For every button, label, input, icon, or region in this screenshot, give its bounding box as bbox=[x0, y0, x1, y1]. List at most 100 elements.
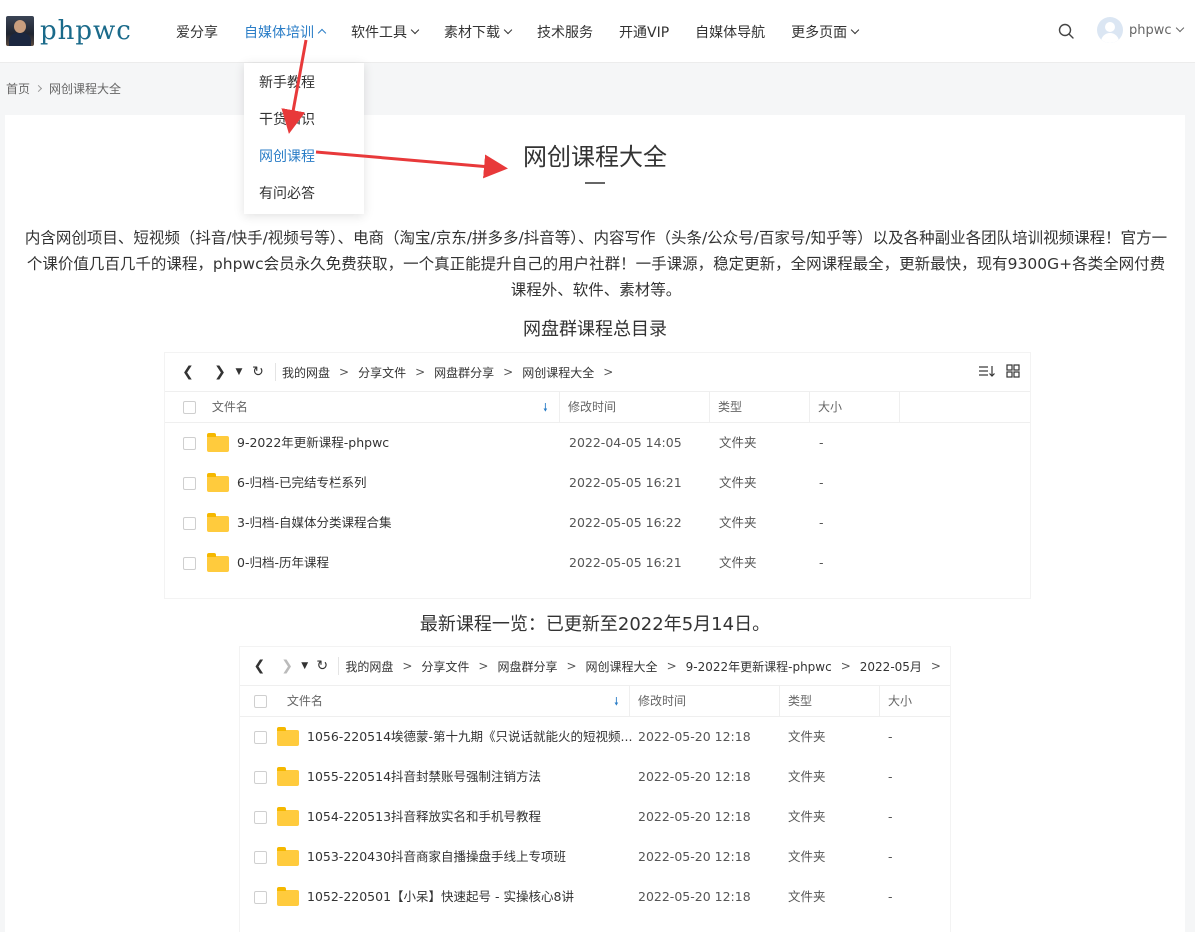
row-checkbox[interactable] bbox=[183, 517, 196, 530]
table-row[interactable]: 9-2022年更新课程-phpwc 2022-04-05 14:05 文件夹 - bbox=[165, 423, 1030, 463]
path-crumb[interactable]: 网创课程大全 > bbox=[586, 658, 686, 675]
search-icon[interactable] bbox=[1058, 23, 1074, 39]
file-name[interactable]: 1052-220501【小呆】快速起号 - 实操核心8讲 bbox=[307, 877, 574, 917]
row-checkbox[interactable] bbox=[254, 771, 267, 784]
file-name[interactable]: 6-归档-已完结专栏系列 bbox=[237, 463, 366, 503]
table-row[interactable]: 1053-220430抖音商家自播操盘手线上专项班 2022-05-20 12:… bbox=[240, 837, 950, 877]
file-name[interactable]: 9-2022年更新课程-phpwc bbox=[237, 423, 389, 463]
row-checkbox[interactable] bbox=[254, 731, 267, 744]
dropdown-item-qa[interactable]: 有问必答 bbox=[244, 182, 364, 219]
file-name[interactable]: 0-归档-历年课程 bbox=[237, 543, 329, 583]
dropdown-item-courses[interactable]: 网创课程 bbox=[244, 145, 364, 182]
forward-icon[interactable]: ❯ bbox=[277, 655, 297, 677]
file-name[interactable]: 1053-220430抖音商家自播操盘手线上专项班 bbox=[307, 837, 566, 877]
refresh-icon[interactable]: ↻ bbox=[312, 655, 332, 677]
path-crumb[interactable]: 分享文件 > bbox=[358, 364, 434, 381]
row-checkbox[interactable] bbox=[254, 811, 267, 824]
select-all-checkbox[interactable] bbox=[183, 401, 196, 414]
table-header: 文件名 🠗 修改时间 类型 大小 bbox=[165, 391, 1030, 423]
nav-item-tech-service[interactable]: 技术服务 bbox=[537, 22, 593, 42]
section-title-catalog: 网盘群课程总目录 bbox=[523, 319, 667, 340]
path-segment[interactable]: 我的网盘 bbox=[345, 658, 393, 675]
history-dropdown-icon[interactable]: ▼ bbox=[297, 655, 312, 677]
path-crumb[interactable]: 9-2022年更新课程-phpwc > bbox=[686, 658, 860, 675]
table-row[interactable]: 6-归档-已完结专栏系列 2022-05-05 16:21 文件夹 - bbox=[165, 463, 1030, 503]
path-crumb[interactable]: 我的网盘 > bbox=[282, 364, 358, 381]
sort-list-icon[interactable] bbox=[978, 363, 996, 379]
column-modified[interactable]: 修改时间 bbox=[630, 686, 780, 717]
main-nav: 爱分享 自媒体培训 软件工具 素材下载 技术服务 开通VIP 自媒体导航 更多页… bbox=[176, 0, 884, 63]
chevron-right-icon bbox=[34, 84, 43, 93]
file-size: - bbox=[888, 889, 893, 904]
column-type[interactable]: 类型 bbox=[710, 392, 810, 423]
nav-label: 素材下载 bbox=[444, 24, 500, 41]
nav-label: 软件工具 bbox=[351, 24, 407, 41]
chevron-down-icon bbox=[410, 25, 420, 34]
path-segment[interactable]: 分享文件 bbox=[421, 658, 469, 675]
page-title: 网创课程大全 bbox=[523, 143, 667, 171]
path-crumb[interactable]: 我的网盘 > bbox=[345, 658, 421, 675]
path-crumb[interactable]: 网盘群分享 > bbox=[497, 658, 585, 675]
site-header: phpwc 爱分享 自媒体培训 软件工具 素材下载 技术服务 开通VIP 自媒体… bbox=[0, 0, 1195, 63]
column-size[interactable]: 大小 bbox=[810, 392, 900, 423]
table-row[interactable]: 1052-220501【小呆】快速起号 - 实操核心8讲 2022-05-20 … bbox=[240, 877, 950, 917]
path-segment[interactable]: 我的网盘 bbox=[282, 364, 330, 381]
file-name[interactable]: 1054-220513抖音释放实名和手机号教程 bbox=[307, 797, 541, 837]
row-checkbox[interactable] bbox=[183, 557, 196, 570]
path-segment[interactable]: 2022-05月 bbox=[860, 658, 922, 675]
intro-text: 内含网创项目、短视频（抖音/快手/视频号等）、电商（淘宝/京东/拼多多/抖音等）… bbox=[24, 229, 1168, 299]
column-name-label: 文件名 bbox=[286, 694, 323, 708]
history-dropdown-icon[interactable]: ▼ bbox=[231, 361, 247, 383]
refresh-icon[interactable]: ↻ bbox=[247, 361, 269, 383]
nav-item-media-nav[interactable]: 自媒体导航 bbox=[695, 22, 765, 42]
nav-item-vip[interactable]: 开通VIP bbox=[619, 22, 669, 42]
breadcrumb-home[interactable]: 首页 bbox=[6, 80, 30, 97]
path-crumb[interactable]: 网创课程大全 > bbox=[522, 364, 622, 381]
path-segment[interactable]: 9-2022年更新课程-phpwc bbox=[686, 658, 832, 675]
nav-item-share[interactable]: 爱分享 bbox=[176, 22, 218, 42]
table-row[interactable]: 3-归档-自媒体分类课程合集 2022-05-05 16:22 文件夹 - bbox=[165, 503, 1030, 543]
file-size: - bbox=[888, 809, 893, 824]
path-segment[interactable]: 网创课程大全 bbox=[586, 658, 658, 675]
table-row[interactable]: 0-归档-历年课程 2022-05-05 16:21 文件夹 - bbox=[165, 543, 1030, 583]
row-checkbox[interactable] bbox=[183, 437, 196, 450]
column-name[interactable]: 文件名 🠗 bbox=[240, 686, 630, 717]
row-checkbox[interactable] bbox=[254, 851, 267, 864]
nav-label: 开通VIP bbox=[619, 24, 670, 41]
column-modified[interactable]: 修改时间 bbox=[560, 392, 710, 423]
path-crumb[interactable]: 2022-05月 > bbox=[860, 658, 950, 675]
table-row[interactable]: 1054-220513抖音释放实名和手机号教程 2022-05-20 12:18… bbox=[240, 797, 950, 837]
forward-icon[interactable]: ❯ bbox=[209, 361, 231, 383]
avatar bbox=[1097, 17, 1123, 43]
back-icon[interactable]: ❮ bbox=[249, 655, 269, 677]
nav-item-more-pages[interactable]: 更多页面 bbox=[791, 22, 860, 42]
column-name[interactable]: 文件名 🠗 bbox=[165, 392, 560, 423]
row-checkbox[interactable] bbox=[183, 477, 196, 490]
dropdown-item-beginner[interactable]: 新手教程 bbox=[244, 71, 364, 108]
user-menu[interactable]: phpwc bbox=[1097, 17, 1184, 43]
table-row[interactable]: 1055-220514抖音封禁账号强制注销方法 2022-05-20 12:18… bbox=[240, 757, 950, 797]
path-crumb[interactable]: 网盘群分享 > bbox=[434, 364, 522, 381]
path-segment[interactable]: 网盘群分享 bbox=[434, 364, 494, 381]
grid-view-icon[interactable] bbox=[1006, 364, 1020, 378]
file-name[interactable]: 1056-220514埃德蒙-第十九期《只说话就能火的短视频... bbox=[307, 717, 632, 757]
site-logo[interactable]: phpwc bbox=[6, 14, 132, 48]
column-type[interactable]: 类型 bbox=[780, 686, 880, 717]
path-segment[interactable]: 分享文件 bbox=[358, 364, 406, 381]
select-all-checkbox[interactable] bbox=[254, 695, 267, 708]
table-row[interactable]: 1056-220514埃德蒙-第十九期《只说话就能火的短视频... 2022-0… bbox=[240, 717, 950, 757]
path-segment[interactable]: 网创课程大全 bbox=[522, 364, 594, 381]
file-modified: 2022-05-05 16:21 bbox=[569, 555, 682, 570]
file-name[interactable]: 1055-220514抖音封禁账号强制注销方法 bbox=[307, 757, 541, 797]
back-icon[interactable]: ❮ bbox=[177, 361, 199, 383]
row-checkbox[interactable] bbox=[254, 891, 267, 904]
column-size[interactable]: 大小 bbox=[880, 686, 950, 717]
nav-item-materials[interactable]: 素材下载 bbox=[444, 22, 513, 42]
folder-icon bbox=[207, 432, 229, 452]
nav-item-software[interactable]: 软件工具 bbox=[351, 22, 420, 42]
file-name[interactable]: 3-归档-自媒体分类课程合集 bbox=[237, 503, 391, 543]
path-crumb[interactable]: 分享文件 > bbox=[421, 658, 497, 675]
path-segment[interactable]: 网盘群分享 bbox=[497, 658, 557, 675]
dropdown-item-knowledge[interactable]: 干货知识 bbox=[244, 108, 364, 145]
nav-item-media-training[interactable]: 自媒体培训 bbox=[244, 22, 327, 42]
